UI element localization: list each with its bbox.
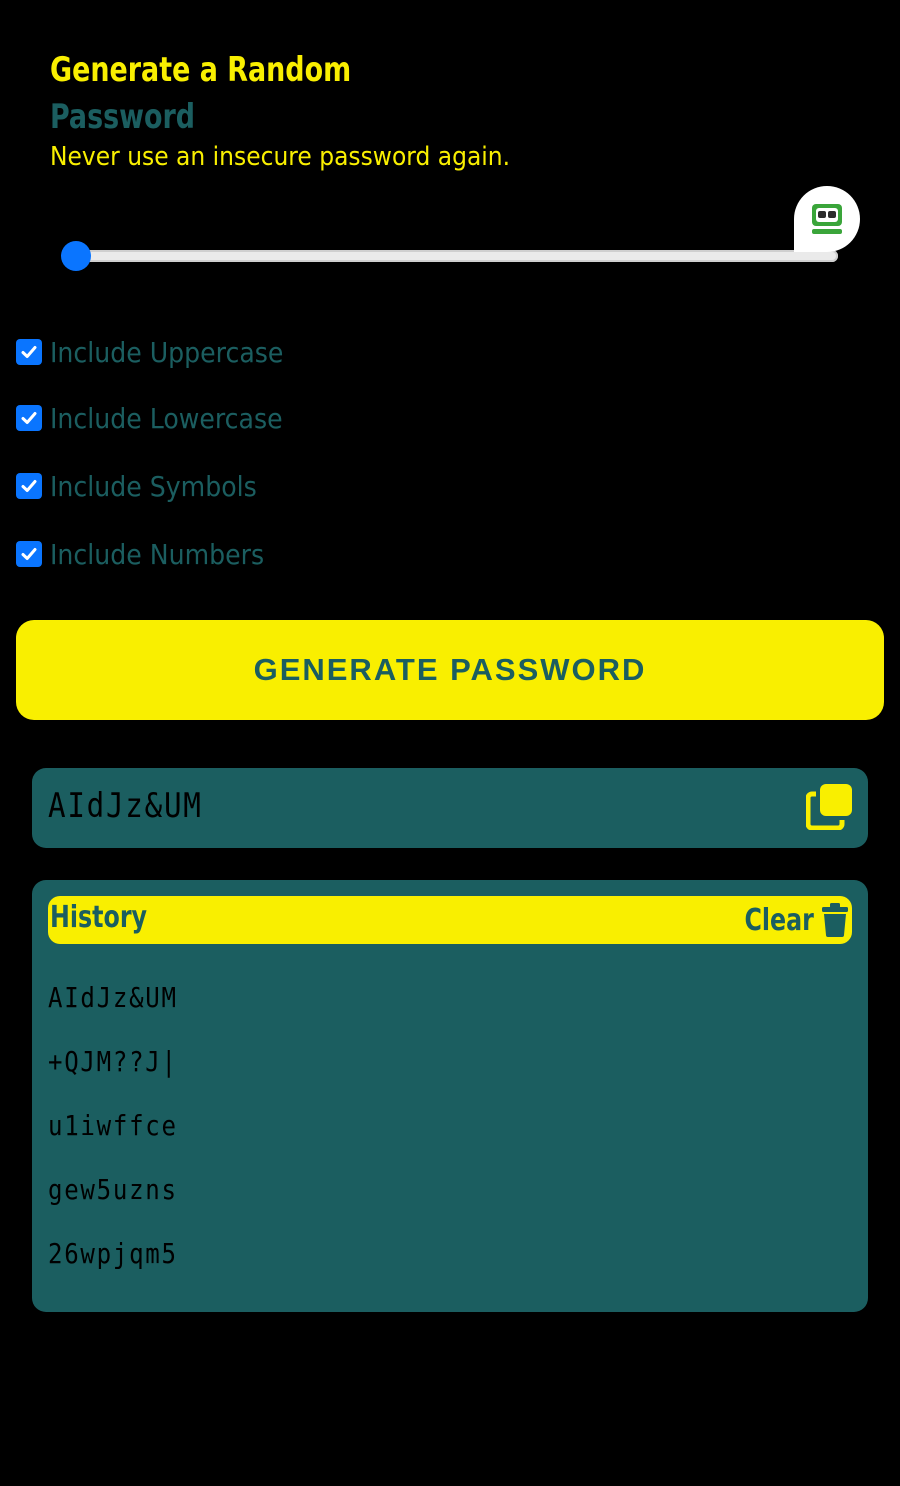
uppercase-checkbox[interactable]: [16, 339, 42, 365]
history-header: History Clear: [48, 896, 852, 944]
option-uppercase[interactable]: Include Uppercase: [16, 332, 309, 372]
history-item[interactable]: gew5uzns: [48, 1168, 178, 1232]
history-item[interactable]: +QJM??J|: [48, 1040, 178, 1104]
password-output: AIdJz&UM: [32, 768, 868, 848]
clear-history-button[interactable]: Clear: [735, 896, 852, 944]
option-symbols[interactable]: Include Symbols: [16, 466, 280, 506]
option-lowercase[interactable]: Include Lowercase: [16, 398, 308, 438]
generated-password: AIdJz&UM: [48, 786, 203, 826]
check-icon: [21, 412, 37, 424]
history-item[interactable]: 26wpjqm5: [48, 1232, 178, 1296]
history-item[interactable]: AIdJz&UM: [48, 976, 178, 1040]
history-item[interactable]: u1iwffce: [48, 1104, 178, 1168]
trash-icon: [822, 903, 848, 937]
history-list: AIdJz&UM +QJM??J| u1iwffce gew5uzns 26wp…: [48, 976, 199, 1296]
check-icon: [21, 480, 37, 492]
copy-icon[interactable]: [806, 782, 854, 830]
slider-thumb[interactable]: [61, 241, 91, 271]
numbers-label: Include Numbers: [50, 537, 265, 571]
generate-password-button[interactable]: GENERATE PASSWORD: [16, 620, 884, 720]
robot-icon: [812, 204, 842, 234]
roboform-badge[interactable]: [794, 186, 860, 252]
title-line-2: Password: [50, 97, 196, 137]
page-subtitle: Never use an insecure password again.: [50, 142, 511, 172]
title-line-1: Generate a Random: [50, 50, 352, 90]
symbols-checkbox[interactable]: [16, 473, 42, 499]
history-title: History: [50, 900, 148, 935]
uppercase-label: Include Uppercase: [50, 335, 284, 369]
numbers-checkbox[interactable]: [16, 541, 42, 567]
symbols-label: Include Symbols: [50, 469, 257, 503]
history-panel: History Clear AIdJz&UM +QJM??J| u1iwffce…: [32, 880, 868, 1312]
clear-label: Clear: [744, 902, 814, 938]
lowercase-label: Include Lowercase: [50, 401, 283, 435]
lowercase-checkbox[interactable]: [16, 405, 42, 431]
slider-track[interactable]: [76, 250, 838, 262]
check-icon: [21, 548, 37, 560]
check-icon: [21, 346, 37, 358]
option-numbers[interactable]: Include Numbers: [16, 534, 288, 574]
